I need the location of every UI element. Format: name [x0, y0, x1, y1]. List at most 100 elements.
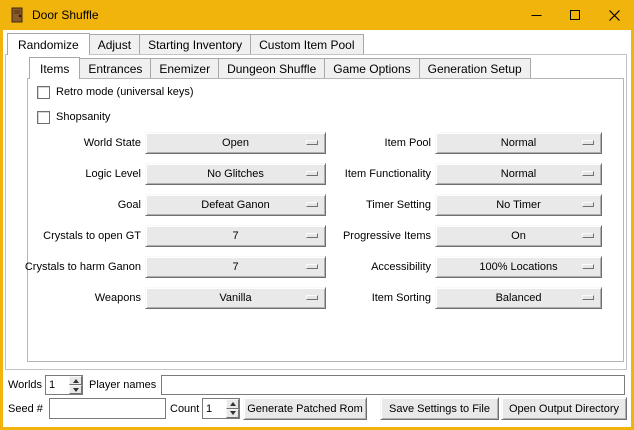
label-item-pool: Item Pool	[385, 136, 431, 150]
dropdown-item-functionality[interactable]: Normal	[435, 163, 602, 185]
maximize-button[interactable]	[556, 0, 595, 30]
dropdown-world-state[interactable]: Open	[145, 132, 326, 154]
generate-patched-rom-button[interactable]: Generate Patched Rom	[243, 397, 367, 420]
up-arrow-icon	[230, 402, 236, 406]
tab-randomize[interactable]: Randomize	[7, 33, 90, 55]
app-icon	[9, 7, 25, 23]
checkbox-icon	[37, 111, 50, 124]
dropdown-value: 7	[232, 230, 238, 242]
titlebar[interactable]: Door Shuffle	[0, 0, 634, 30]
window-title: Door Shuffle	[32, 8, 99, 22]
tab-adjust[interactable]: Adjust	[89, 34, 140, 54]
count-increment-button[interactable]	[226, 399, 239, 409]
maximize-icon	[570, 10, 581, 21]
tab-generation-setup[interactable]: Generation Setup	[419, 58, 531, 78]
up-arrow-icon	[73, 379, 79, 383]
window-controls	[517, 0, 634, 30]
minimize-button[interactable]	[517, 0, 556, 30]
dropdown-crystals-harm-ganon[interactable]: 7	[145, 256, 326, 278]
dropdown-indicator-icon	[582, 233, 594, 238]
tab-entrances[interactable]: Entrances	[79, 58, 151, 78]
tab-starting-inventory[interactable]: Starting Inventory	[139, 34, 251, 54]
tab-label: Starting Inventory	[148, 38, 242, 52]
tab-label: Generation Setup	[428, 62, 522, 76]
tab-label: Randomize	[18, 38, 79, 52]
tab-custom-item-pool[interactable]: Custom Item Pool	[250, 34, 363, 54]
seed-input[interactable]	[49, 398, 166, 419]
label-accessibility: Accessibility	[371, 260, 431, 274]
label-crystals-harm-ganon: Crystals to harm Ganon	[25, 260, 141, 274]
label-world-state: World State	[84, 136, 141, 150]
dropdown-indicator-icon	[306, 264, 318, 269]
label-timer-setting: Timer Setting	[366, 198, 431, 212]
dropdown-timer-setting[interactable]: No Timer	[435, 194, 602, 216]
worlds-spinbox[interactable]	[45, 375, 83, 395]
dropdown-value: 7	[232, 261, 238, 273]
main-tab-bar: Randomize Adjust Starting Inventory Cust…	[7, 33, 363, 54]
tab-label: Custom Item Pool	[259, 38, 354, 52]
window-content: Randomize Adjust Starting Inventory Cust…	[3, 30, 631, 427]
count-input[interactable]	[203, 399, 226, 418]
dropdown-logic-level[interactable]: No Glitches	[145, 163, 326, 185]
worlds-decrement-button[interactable]	[69, 385, 82, 394]
down-arrow-icon	[230, 411, 236, 415]
dropdown-indicator-icon	[582, 202, 594, 207]
button-label: Generate Patched Rom	[247, 403, 363, 415]
checkbox-shopsanity[interactable]: Shopsanity	[37, 109, 110, 125]
save-settings-button[interactable]: Save Settings to File	[380, 397, 499, 420]
close-icon	[609, 10, 620, 21]
dropdown-item-pool[interactable]: Normal	[435, 132, 602, 154]
tab-label: Items	[40, 62, 69, 76]
spinner-buttons	[69, 376, 82, 394]
dropdown-value: 100% Locations	[479, 261, 557, 273]
dropdown-value: Open	[222, 137, 249, 149]
down-arrow-icon	[73, 388, 79, 392]
dropdown-value: Defeat Ganon	[201, 199, 270, 211]
app-window: Door Shuffle	[0, 0, 634, 430]
tab-game-options[interactable]: Game Options	[324, 58, 419, 78]
dropdown-indicator-icon	[306, 140, 318, 145]
tab-label: Enemizer	[159, 62, 210, 76]
button-label: Open Output Directory	[509, 403, 619, 415]
player-names-input[interactable]	[161, 375, 625, 395]
checkbox-label: Shopsanity	[56, 111, 110, 123]
seed-label: Seed #	[8, 402, 43, 416]
dropdown-indicator-icon	[306, 233, 318, 238]
dropdown-progressive-items[interactable]: On	[435, 225, 602, 247]
dropdown-goal[interactable]: Defeat Ganon	[145, 194, 326, 216]
tab-label: Entrances	[88, 62, 142, 76]
label-crystals-open-gt: Crystals to open GT	[43, 229, 141, 243]
dropdown-indicator-icon	[306, 202, 318, 207]
count-spinbox[interactable]	[202, 398, 240, 419]
dropdown-value: No Timer	[496, 199, 541, 211]
items-tab-panel	[27, 78, 624, 362]
button-label: Save Settings to File	[389, 403, 490, 415]
dropdown-value: No Glitches	[207, 168, 264, 180]
open-output-directory-button[interactable]: Open Output Directory	[501, 397, 627, 420]
worlds-increment-button[interactable]	[69, 376, 82, 385]
worlds-input[interactable]	[46, 376, 69, 394]
tab-label: Dungeon Shuffle	[227, 62, 316, 76]
minimize-icon	[531, 10, 542, 21]
worlds-label: Worlds	[8, 378, 42, 392]
randomize-sub-tab-bar: Items Entrances Enemizer Dungeon Shuffle…	[29, 57, 530, 78]
dropdown-item-sorting[interactable]: Balanced	[435, 287, 602, 309]
checkbox-icon	[37, 86, 50, 99]
close-button[interactable]	[595, 0, 634, 30]
dropdown-weapons[interactable]: Vanilla	[145, 287, 326, 309]
dropdown-value: Normal	[501, 137, 536, 149]
label-goal: Goal	[118, 198, 141, 212]
label-progressive-items: Progressive Items	[343, 229, 431, 243]
count-label: Count	[170, 402, 199, 416]
player-names-label: Player names	[89, 378, 156, 392]
dropdown-indicator-icon	[582, 140, 594, 145]
checkbox-retro-mode[interactable]: Retro mode (universal keys)	[37, 84, 194, 100]
tab-dungeon-shuffle[interactable]: Dungeon Shuffle	[218, 58, 325, 78]
tab-items[interactable]: Items	[29, 57, 80, 79]
tab-enemizer[interactable]: Enemizer	[150, 58, 219, 78]
count-decrement-button[interactable]	[226, 409, 239, 419]
dropdown-indicator-icon	[306, 171, 318, 176]
dropdown-crystals-open-gt[interactable]: 7	[145, 225, 326, 247]
dropdown-indicator-icon	[582, 295, 594, 300]
dropdown-accessibility[interactable]: 100% Locations	[435, 256, 602, 278]
